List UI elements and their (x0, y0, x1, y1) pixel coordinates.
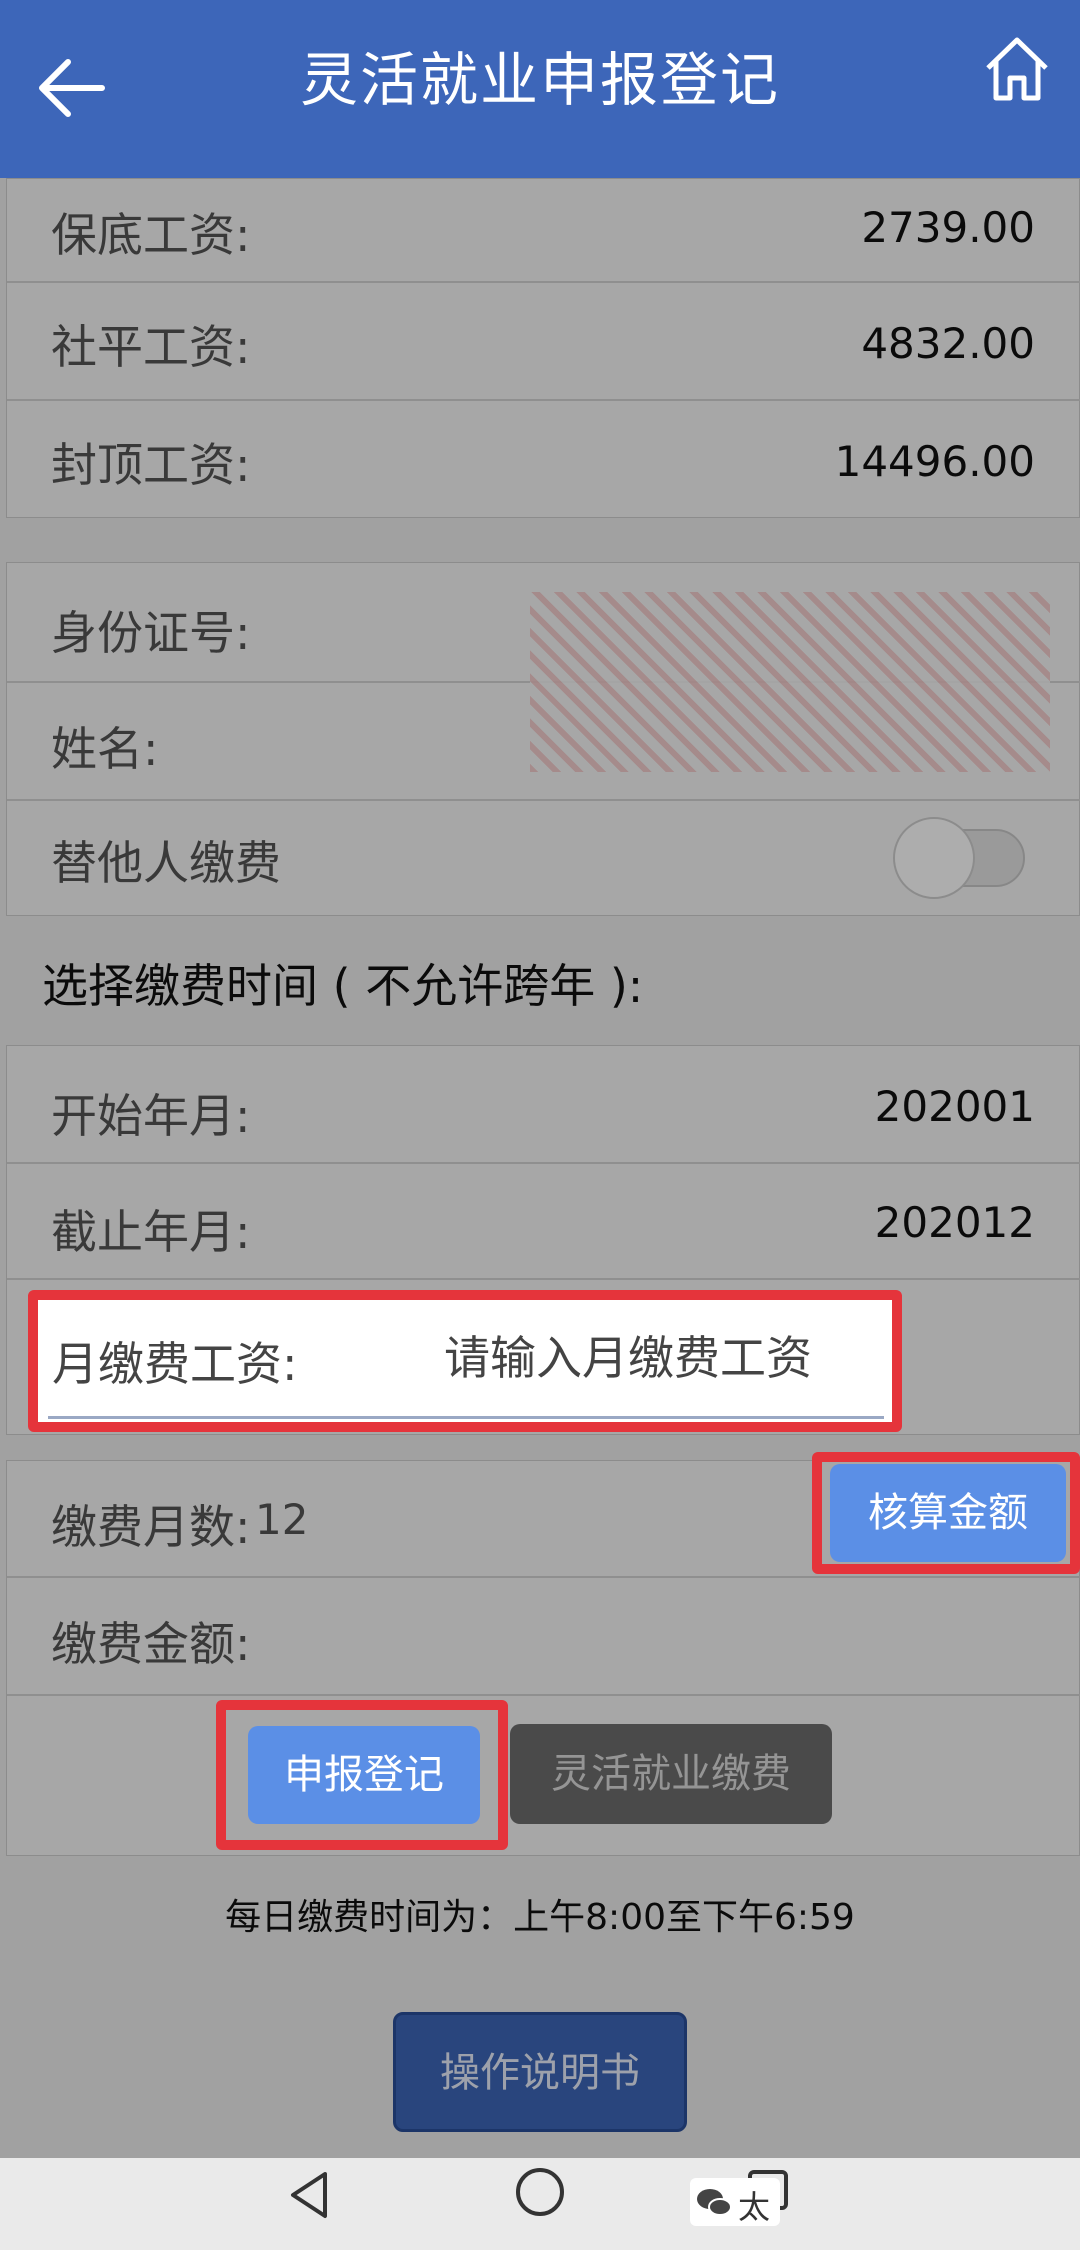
dim-overlay (0, 178, 1080, 2160)
monthly-wage-input[interactable]: 请输入月缴费工资 (444, 1322, 812, 1388)
circle-home-icon[interactable] (512, 2164, 568, 2220)
calculate-amount-button[interactable]: 核算金额 (830, 1464, 1066, 1562)
calc-button-highlight: 核算金额 (812, 1452, 1080, 1574)
wage-input-highlight: 月缴费工资: 请输入月缴费工资 (28, 1290, 902, 1432)
triangle-back-icon[interactable] (285, 2168, 335, 2222)
watermark-text: 太 (738, 2188, 771, 2226)
wechat-icon (697, 2189, 732, 2216)
page-title: 灵活就业申报登记 (299, 46, 780, 114)
wage-input-label: 月缴费工资: (52, 1337, 298, 1391)
input-underline (48, 1416, 884, 1419)
watermark: 太 (690, 2178, 780, 2226)
register-button-highlight: 申报登记 (216, 1700, 508, 1850)
home-icon[interactable] (982, 34, 1052, 104)
register-button[interactable]: 申报登记 (248, 1726, 480, 1824)
